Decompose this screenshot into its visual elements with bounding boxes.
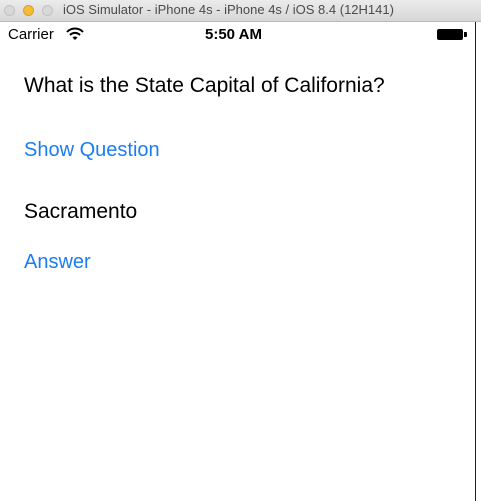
status-time: 5:50 AM: [205, 26, 262, 43]
window-titlebar: iOS Simulator - iPhone 4s - iPhone 4s / …: [0, 0, 481, 22]
close-window-button[interactable]: [4, 5, 15, 16]
status-bar: Carrier 5:50 AM: [0, 22, 475, 46]
minimize-window-button[interactable]: [23, 5, 34, 16]
window-title: iOS Simulator - iPhone 4s - iPhone 4s / …: [63, 2, 394, 17]
answer-button[interactable]: Answer: [24, 251, 91, 274]
show-question-button[interactable]: Show Question: [24, 139, 160, 162]
battery-tip-icon: [464, 32, 467, 37]
device-screen: Carrier 5:50 AM What is the State Capita…: [0, 22, 475, 501]
carrier-label: Carrier: [8, 26, 54, 43]
wifi-icon: [66, 27, 84, 40]
answer-label: Sacramento: [24, 200, 138, 223]
question-label: What is the State Capital of California?: [24, 74, 385, 97]
simulator-window: iOS Simulator - iPhone 4s - iPhone 4s / …: [0, 0, 481, 501]
window-edge-divider: [475, 22, 476, 501]
zoom-window-button[interactable]: [42, 5, 53, 16]
battery-icon: [437, 29, 463, 40]
